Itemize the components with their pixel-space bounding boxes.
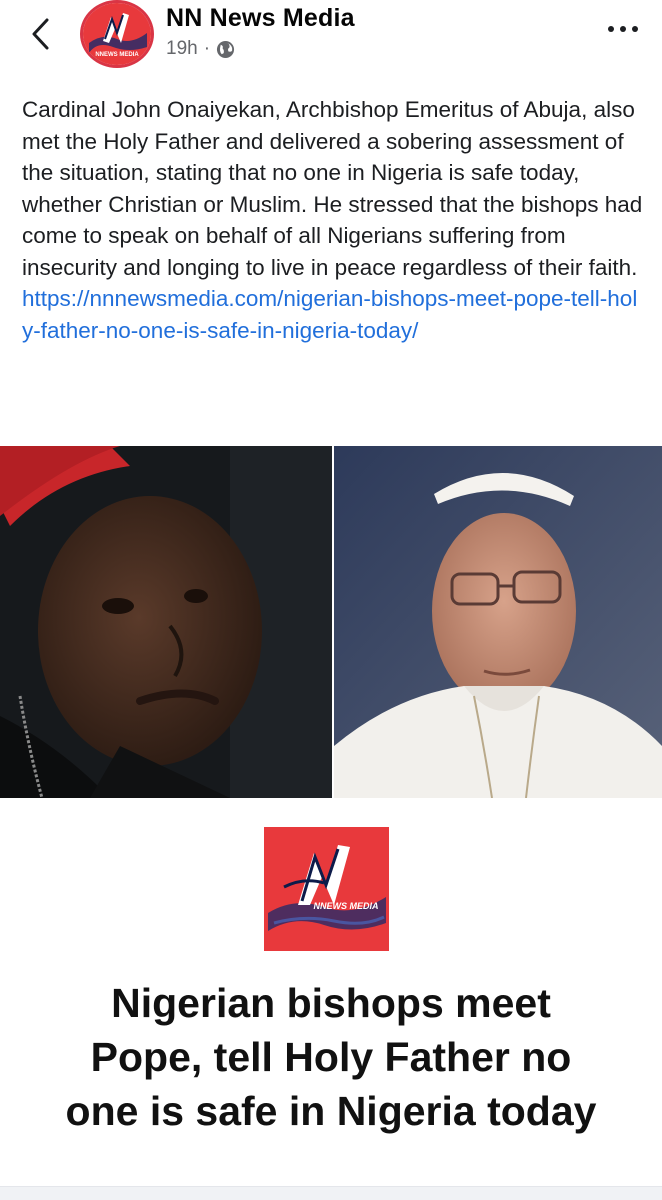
cardinal-photo[interactable] (0, 446, 332, 798)
post-body: Cardinal John Onaiyekan, Archbishop Emer… (22, 94, 644, 346)
card-headline[interactable]: Nigerian bishops meet Pope, tell Holy Fa… (0, 976, 662, 1138)
post-header: NNEWS MEDIA NN News Media 19h · (0, 0, 662, 80)
more-dot (632, 26, 638, 32)
post-link[interactable]: https://nnnewsmedia.com/nigerian-bishops… (22, 283, 644, 346)
more-dots-icon (608, 26, 614, 32)
more-options-button[interactable] (608, 26, 638, 32)
post-time[interactable]: 19h (166, 38, 198, 60)
chevron-left-icon (32, 18, 49, 50)
page-name[interactable]: NN News Media (166, 4, 355, 33)
post-text: Cardinal John Onaiyekan, Archbishop Emer… (22, 97, 643, 280)
pope-photo[interactable] (334, 446, 662, 798)
link-preview-card[interactable]: NNEWS MEDIA Nigerian bishops meet Pope, … (0, 800, 662, 1200)
more-dot (620, 26, 626, 32)
photo-collage[interactable] (0, 446, 662, 798)
bottom-divider (0, 1186, 662, 1200)
card-logo-text: NNEWS MEDIA (314, 901, 379, 911)
card-logo: NNEWS MEDIA (264, 827, 389, 951)
nn-news-media-logo: NNEWS MEDIA (83, 3, 151, 65)
meta-separator: · (203, 38, 211, 59)
headline-line-1: Nigerian bishops meet (111, 980, 551, 1026)
page-avatar[interactable]: NNEWS MEDIA (80, 0, 154, 68)
back-button[interactable] (22, 14, 58, 54)
post-meta: 19h · (166, 38, 235, 60)
globe-icon (216, 40, 235, 58)
avatar-logo-text: NNEWS MEDIA (95, 52, 139, 58)
headline-line-2: Pope, tell Holy Father no (90, 1034, 572, 1080)
headline-line-3: one is safe in Nigeria today (65, 1088, 597, 1134)
